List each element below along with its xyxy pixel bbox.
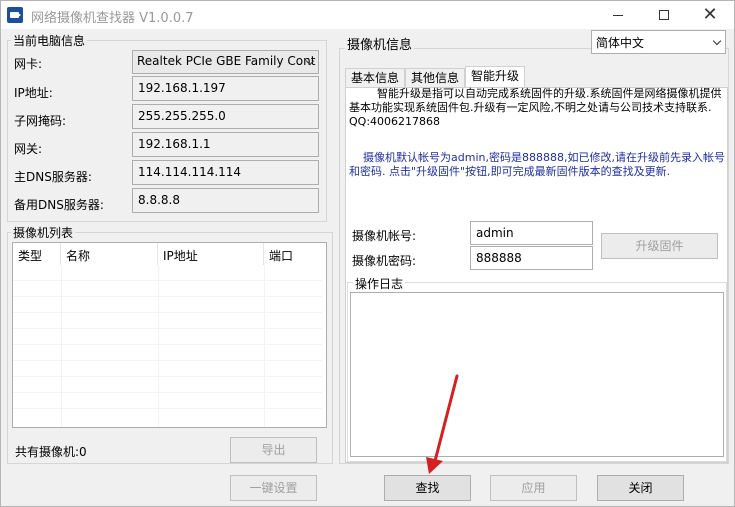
- dns1-field[interactable]: 114.114.114.114: [132, 160, 319, 185]
- language-select-value: 简体中文: [596, 36, 645, 50]
- mask-label: 子网掩码:: [14, 114, 67, 128]
- maximize-icon: [659, 10, 669, 20]
- gateway-field[interactable]: 192.168.1.1: [132, 132, 319, 157]
- table-row: [13, 377, 322, 393]
- language-select[interactable]: 简体中文: [591, 30, 726, 54]
- title-bar: 网络摄像机查找器 V1.0.0.7 ✕: [1, 1, 734, 29]
- camera-list-group-label: 摄像机列表: [11, 224, 76, 241]
- table-row: [13, 313, 322, 329]
- upgrade-firmware-button[interactable]: 升级固件: [601, 233, 718, 259]
- app-window: 网络摄像机查找器 V1.0.0.7 ✕ 当前电脑信息 网卡: Realtek P…: [0, 0, 735, 507]
- nic-select[interactable]: Realtek PCIe GBE Family Cont: [132, 50, 319, 74]
- tab-smart-upgrade[interactable]: 智能升级: [465, 66, 525, 88]
- camera-count-label: 共有摄像机:0: [15, 445, 87, 459]
- table-row: [13, 345, 322, 361]
- upgrade-note: 摄像机默认帐号为admin,密码是888888,如已修改,请在升级前先录入帐号和…: [349, 151, 725, 178]
- tab-other-info[interactable]: 其他信息: [405, 68, 465, 88]
- table-row: [13, 281, 322, 297]
- account-label: 摄像机帐号:: [352, 229, 417, 243]
- tab-basic-info[interactable]: 基本信息: [345, 68, 405, 88]
- column-ip[interactable]: IP地址: [158, 243, 264, 265]
- pc-info-group-label: 当前电脑信息: [11, 32, 88, 49]
- close-icon: ✕: [702, 4, 718, 25]
- close-window-button[interactable]: ✕: [687, 1, 733, 29]
- dns2-field[interactable]: 8.8.8.8: [132, 188, 319, 213]
- table-row: [13, 393, 322, 409]
- chevron-down-icon: [712, 36, 722, 46]
- log-group-label: 操作日志: [353, 275, 406, 292]
- table-row: [13, 297, 322, 313]
- password-label: 摄像机密码:: [352, 254, 417, 268]
- ip-field[interactable]: 192.168.1.197: [132, 76, 319, 101]
- minimize-button[interactable]: [595, 1, 641, 29]
- maximize-button[interactable]: [641, 1, 687, 29]
- search-button[interactable]: 查找: [384, 475, 471, 501]
- apply-button[interactable]: 应用: [490, 475, 577, 501]
- table-header: 类型 名称 IP地址 端口: [13, 243, 326, 265]
- table-row: [13, 361, 322, 377]
- minimize-icon: [613, 14, 623, 16]
- dns1-label: 主DNS服务器:: [14, 170, 92, 184]
- one-key-setup-button[interactable]: 一键设置: [230, 475, 317, 501]
- table-row: [13, 265, 322, 281]
- log-textarea[interactable]: [350, 292, 724, 457]
- gateway-label: 网关:: [14, 142, 43, 156]
- column-port[interactable]: 端口: [264, 243, 326, 265]
- smart-upgrade-panel: 智能升级是指可以自动完成系统固件的升级.系统固件是网络摄像机提供基本功能实现系统…: [345, 87, 728, 463]
- column-type[interactable]: 类型: [13, 243, 61, 265]
- ip-label: IP地址:: [14, 86, 53, 100]
- mask-field[interactable]: 255.255.255.0: [132, 104, 319, 129]
- dns2-label: 备用DNS服务器:: [14, 198, 104, 212]
- camera-list-table[interactable]: 类型 名称 IP地址 端口: [12, 242, 327, 428]
- column-name[interactable]: 名称: [61, 243, 158, 265]
- camera-info-group-label: 摄像机信息: [345, 34, 415, 53]
- close-button[interactable]: 关闭: [597, 475, 684, 501]
- nic-select-value: Realtek PCIe GBE Family Cont: [137, 54, 316, 68]
- account-field[interactable]: admin: [470, 221, 593, 245]
- table-row: [13, 329, 322, 345]
- camera-app-icon: [7, 7, 23, 23]
- upgrade-description: 智能升级是指可以自动完成系统固件的升级.系统固件是网络摄像机提供基本功能实现系统…: [349, 87, 722, 128]
- password-field[interactable]: 888888: [470, 246, 593, 270]
- nic-label: 网卡:: [14, 57, 43, 71]
- export-button[interactable]: 导出: [230, 437, 317, 463]
- window-title: 网络摄像机查找器 V1.0.0.7: [31, 11, 194, 26]
